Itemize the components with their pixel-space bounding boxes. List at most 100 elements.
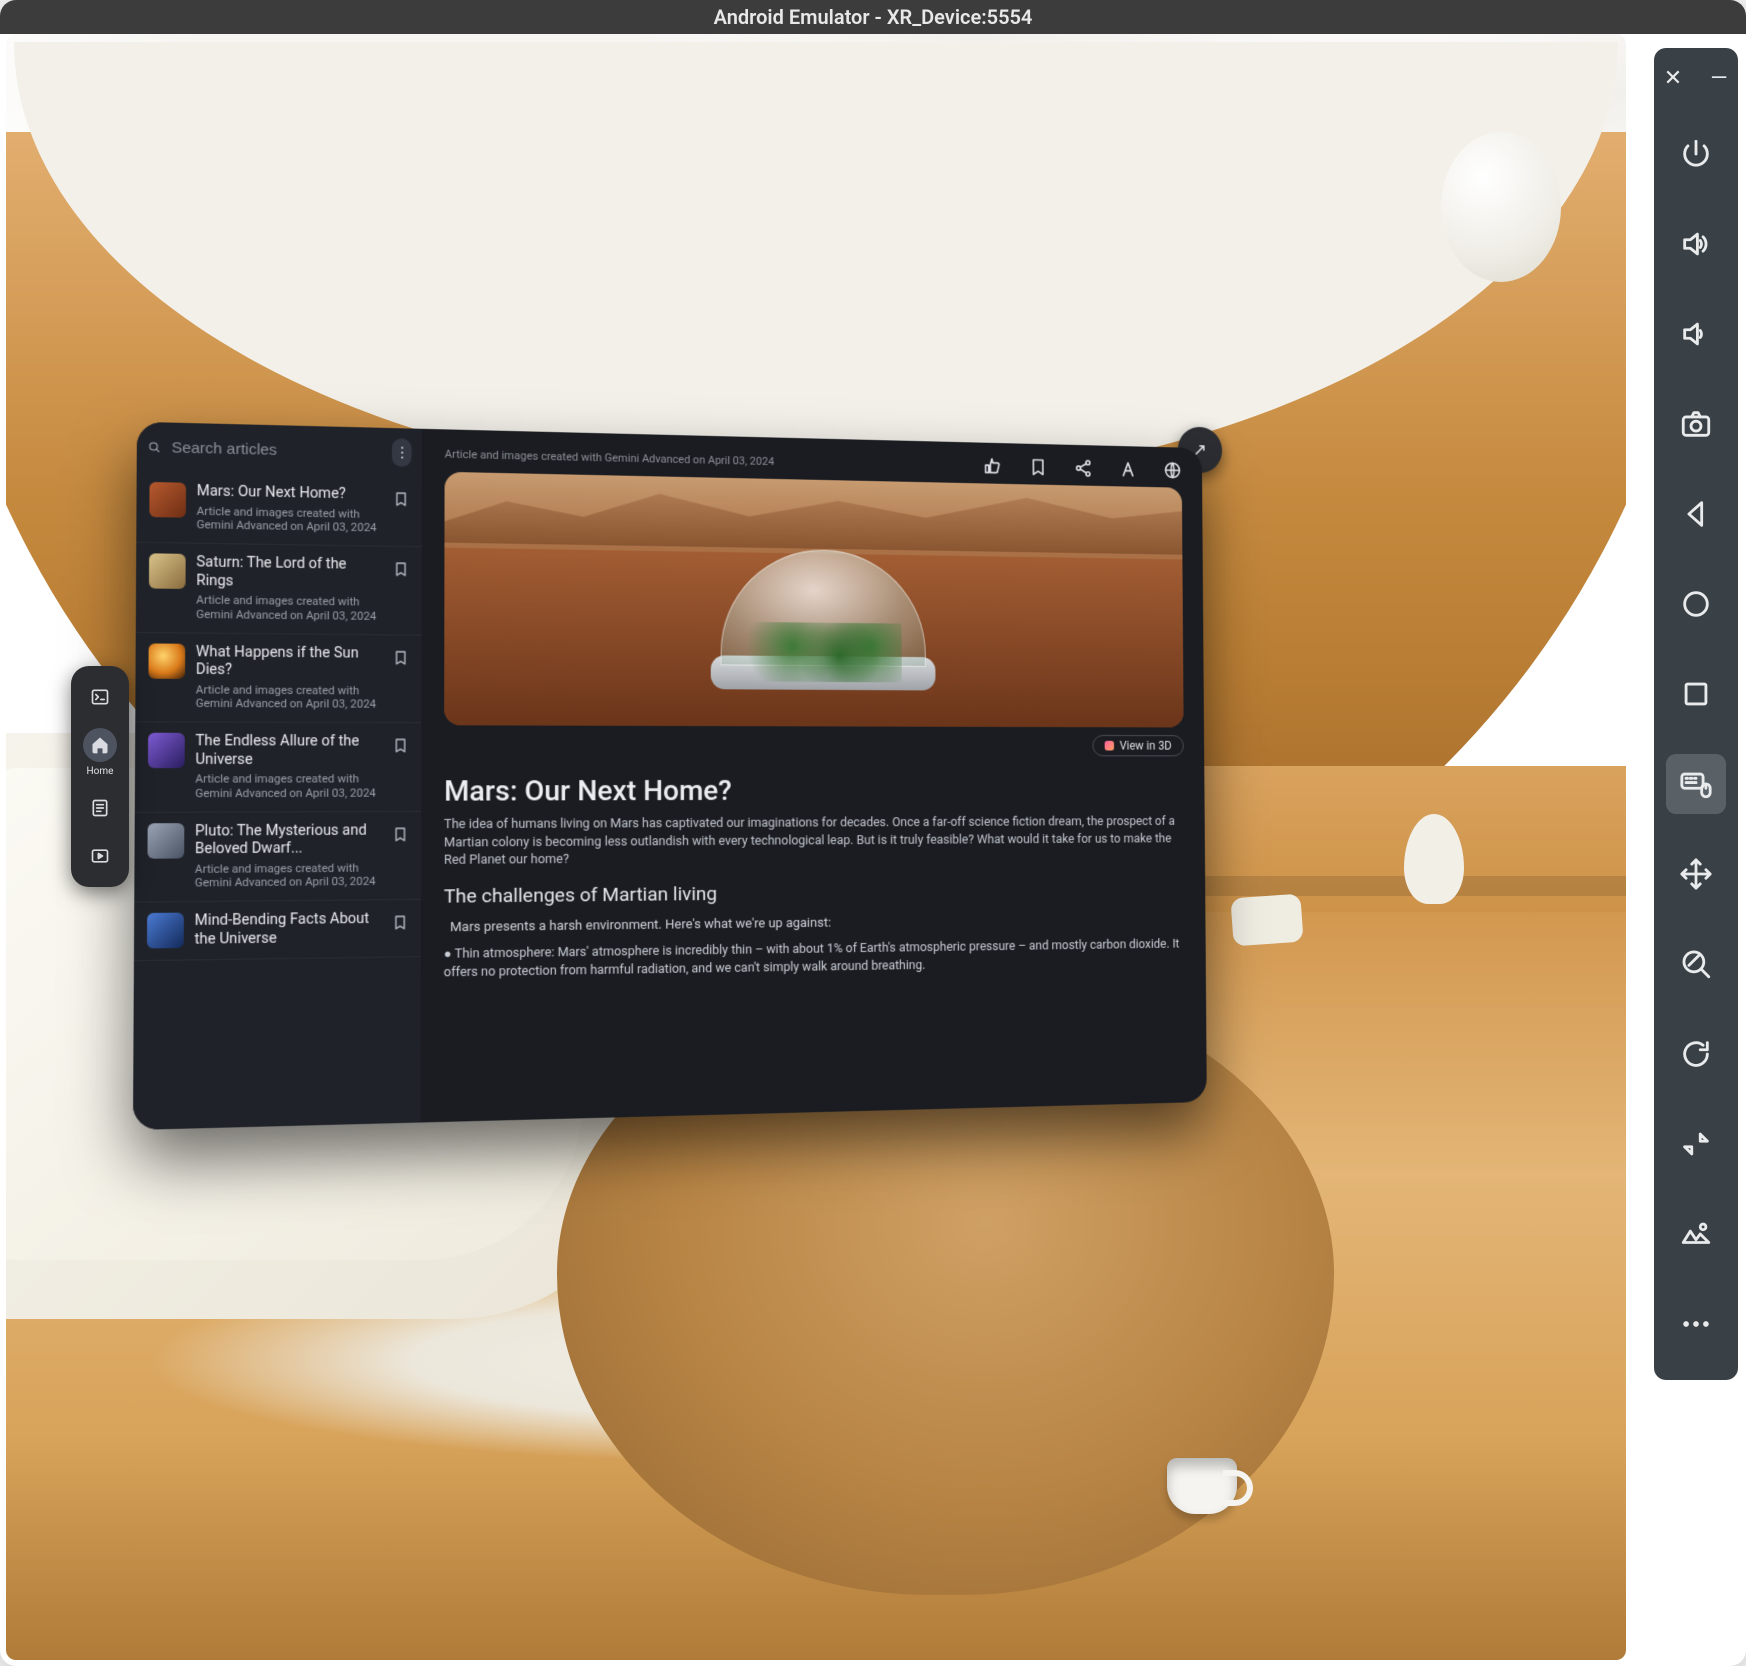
square-icon: [1679, 677, 1713, 711]
xr-viewport[interactable]: Home: [6, 34, 1626, 1660]
zoom-icon: [1679, 947, 1713, 981]
article-text: What Happens if the Sun Dies? Article and…: [196, 643, 382, 711]
nav-articles[interactable]: [82, 791, 118, 825]
list-item[interactable]: Saturn: The Lord of the RingsArticle and…: [136, 543, 422, 635]
bookmark-icon[interactable]: [392, 826, 409, 842]
home-icon: [90, 735, 110, 755]
like-button[interactable]: [983, 456, 1002, 476]
nav-terminal[interactable]: [82, 680, 118, 714]
article-text: Mind-Bending Facts About the Universe: [194, 910, 381, 948]
view-in-3d-button[interactable]: View in 3D: [1092, 735, 1184, 756]
nav-home-label: Home: [87, 766, 114, 777]
keyboard-button[interactable]: [1666, 754, 1726, 814]
terminal-icon: [90, 687, 110, 707]
close-button[interactable]: ✕: [1664, 70, 1682, 88]
zoom-button[interactable]: [1666, 934, 1726, 994]
article-sidebar: Mars: Our Next Home?Article and images c…: [133, 422, 422, 1130]
article-item-title: What Happens if the Sun Dies?: [196, 643, 382, 680]
bookmark-icon[interactable]: [392, 737, 409, 753]
article-thumb: [149, 482, 186, 518]
bookmark-icon[interactable]: [392, 914, 409, 931]
screenshot-button[interactable]: [1666, 394, 1726, 454]
font-icon: [1119, 459, 1138, 479]
nav-video[interactable]: [82, 839, 118, 873]
move-icon: [1679, 857, 1713, 891]
article-thumb: [147, 913, 184, 949]
virtual-sensors-button[interactable]: [1666, 1204, 1726, 1264]
globe-button[interactable]: [1163, 461, 1182, 481]
volume-up-icon: [1679, 227, 1713, 261]
power-icon: [1679, 137, 1713, 171]
article-text: Mars: Our Next Home?Article and images c…: [197, 483, 383, 536]
article-item-subtitle: Article and images created with Gemini A…: [197, 504, 383, 535]
list-item[interactable]: Mind-Bending Facts About the Universe: [134, 900, 421, 961]
search-icon: [148, 438, 161, 457]
article-item-title: Saturn: The Lord of the Rings: [196, 554, 382, 592]
search-input[interactable]: [171, 439, 381, 461]
volume-down-button[interactable]: [1666, 304, 1726, 364]
article-item-title: Pluto: The Mysterious and Beloved Dwarf.…: [195, 822, 382, 859]
search-row: [137, 422, 422, 478]
volume-up-button[interactable]: [1666, 214, 1726, 274]
bookmark-icon[interactable]: [393, 491, 410, 508]
video-icon: [90, 846, 110, 866]
close-icon: ✕: [1664, 68, 1682, 90]
article-item-subtitle: Article and images created with Gemini A…: [196, 593, 382, 623]
article-intro: Mars presents a harsh environment. Here'…: [450, 911, 1185, 935]
article-item-subtitle: Article and images created with Gemini A…: [195, 772, 381, 801]
rotate-icon: [1679, 1037, 1713, 1071]
bookmark-icon[interactable]: [393, 561, 410, 578]
overview-button[interactable]: [1666, 664, 1726, 724]
content-actions: [983, 456, 1182, 480]
hero-image: [444, 472, 1184, 728]
article-subheading: The challenges of Martian living: [444, 877, 1185, 907]
list-item[interactable]: Mars: Our Next Home?Article and images c…: [136, 471, 422, 547]
more-button[interactable]: [392, 438, 412, 467]
article-bullet-1: Thin atmosphere: Mars' atmosphere is inc…: [444, 935, 1186, 982]
emulator-window: Android Emulator - XR_Device:5554 Home: [0, 0, 1746, 1666]
font-button[interactable]: [1119, 459, 1138, 479]
list-item[interactable]: What Happens if the Sun Dies? Article and…: [135, 632, 421, 723]
article-item-title: The Endless Allure of the Universe: [195, 733, 381, 769]
article-thumb: [149, 553, 186, 589]
list-item[interactable]: Pluto: The Mysterious and Beloved Dwarf.…: [134, 811, 421, 902]
more-horiz-icon: [1679, 1307, 1713, 1341]
back-icon: [1679, 497, 1713, 531]
back-button[interactable]: [1666, 484, 1726, 544]
article-item-subtitle: Article and images created with Gemini A…: [195, 861, 382, 891]
share-icon: [1074, 458, 1093, 478]
bookmark-icon[interactable]: [392, 649, 409, 665]
minimize-icon: —: [1710, 68, 1727, 90]
view-3d-label: View in 3D: [1120, 739, 1172, 753]
article-text: The Endless Allure of the Universe Articl…: [195, 733, 382, 801]
thumb-up-icon: [983, 456, 1002, 476]
more-button[interactable]: [1666, 1294, 1726, 1354]
rotate-button[interactable]: [1666, 1024, 1726, 1084]
article-panel: Mars: Our Next Home?Article and images c…: [133, 422, 1207, 1130]
move-button[interactable]: [1666, 844, 1726, 904]
article-thumb: [147, 823, 184, 859]
bookmark-icon: [1029, 457, 1048, 477]
globe-icon: [1163, 461, 1182, 481]
home-button[interactable]: [1666, 574, 1726, 634]
nav-home[interactable]: Home: [82, 728, 118, 777]
sparkle-icon: [1105, 741, 1114, 751]
article-item-subtitle: Article and images created with Gemini A…: [196, 683, 382, 712]
power-button[interactable]: [1666, 124, 1726, 184]
article-text: Pluto: The Mysterious and Beloved Dwarf.…: [195, 822, 382, 891]
article-thumb: [148, 733, 185, 768]
article-list[interactable]: Mars: Our Next Home?Article and images c…: [133, 471, 422, 1130]
titlebar: Android Emulator - XR_Device:5554: [0, 0, 1746, 34]
more-vert-icon: [393, 444, 410, 461]
minimize-button[interactable]: —: [1710, 70, 1728, 88]
article-thumb: [148, 643, 185, 679]
list-item[interactable]: The Endless Allure of the Universe Articl…: [135, 722, 422, 812]
share-button[interactable]: [1074, 458, 1093, 478]
collapse-button[interactable]: [1666, 1114, 1726, 1174]
bookmark-button[interactable]: [1029, 457, 1048, 477]
volume-down-icon: [1679, 317, 1713, 351]
emulator-toolbar: ✕ —: [1654, 48, 1738, 1380]
article-content[interactable]: Article and images created with Gemini A…: [421, 429, 1207, 1123]
landscape-icon: [1679, 1217, 1713, 1251]
content-credit: Article and images created with Gemini A…: [445, 447, 775, 468]
